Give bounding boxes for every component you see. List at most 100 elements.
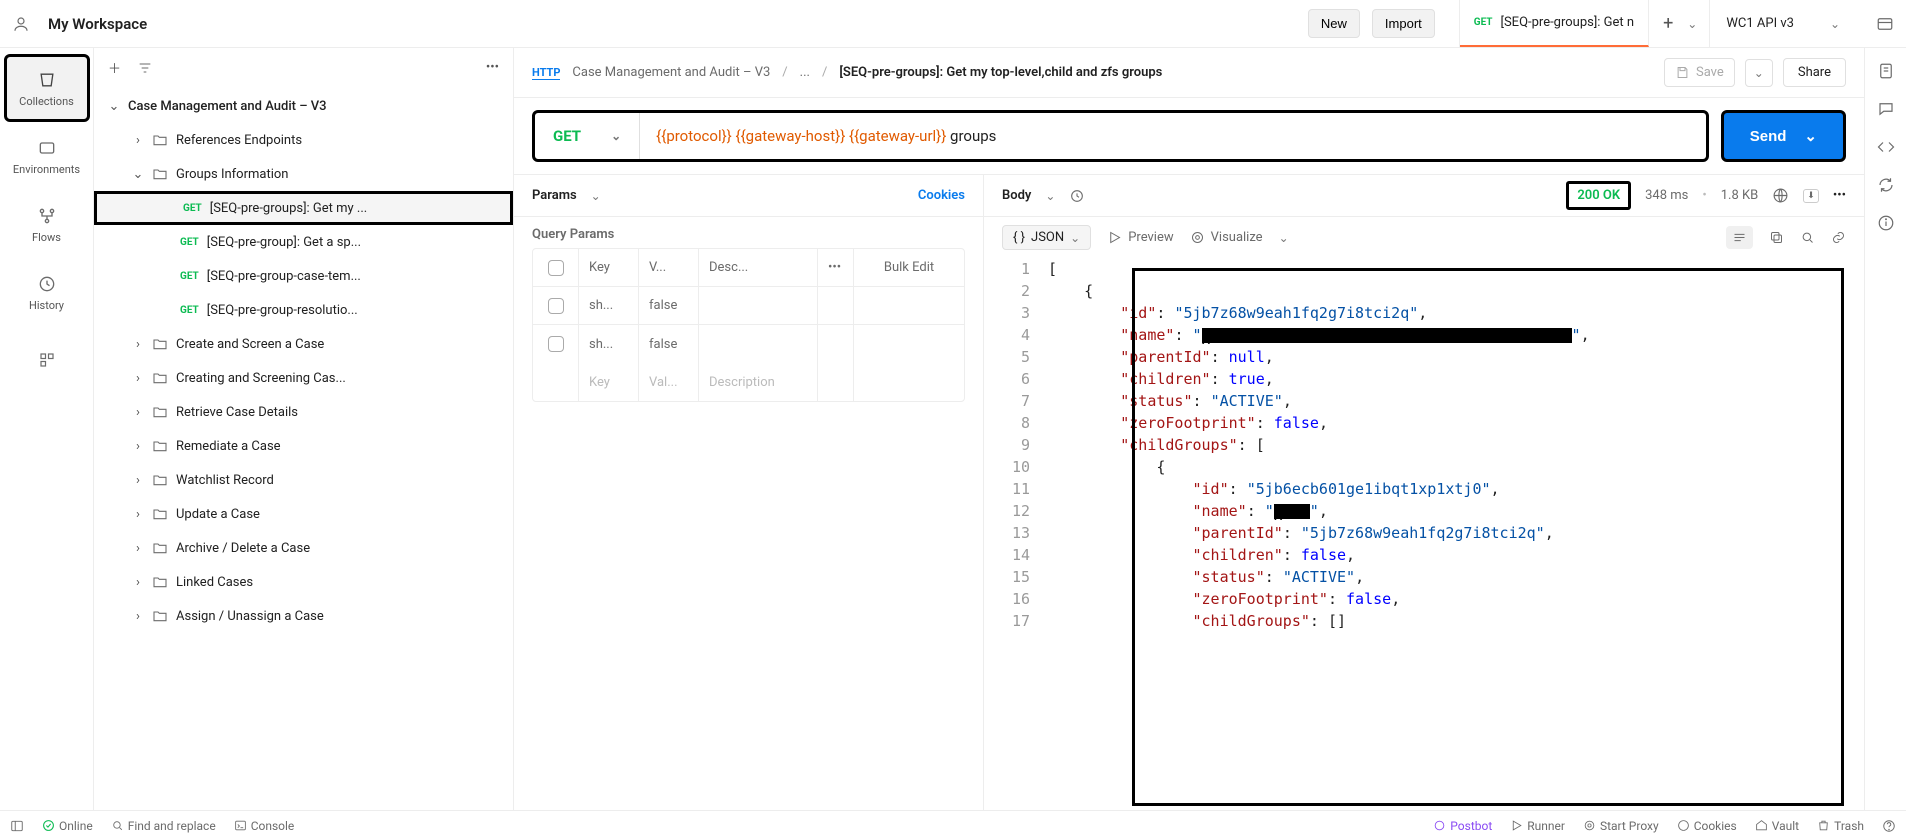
trash[interactable]: Trash: [1817, 819, 1864, 833]
start-proxy[interactable]: Start Proxy: [1583, 819, 1659, 833]
placeholder-key[interactable]: Key: [579, 363, 639, 401]
add-icon[interactable]: ＋: [108, 58, 121, 77]
tab-body[interactable]: Body: [1002, 188, 1031, 203]
new-tab-button[interactable]: +: [1649, 13, 1687, 34]
url-bar[interactable]: GET ⌄ {{protocol}} {{gateway-host}} {{ga…: [532, 110, 1709, 162]
tab-params[interactable]: Params: [532, 188, 577, 203]
folder-item[interactable]: ›References Endpoints: [94, 123, 513, 157]
cell-desc[interactable]: [699, 287, 818, 324]
save-chevron[interactable]: ⌄: [1745, 59, 1773, 87]
col-value: V...: [639, 249, 699, 286]
request-item[interactable]: GET[SEQ-pre-groups]: Get my ...: [94, 191, 513, 225]
comments-icon[interactable]: [1877, 100, 1895, 118]
send-button[interactable]: Send ⌄: [1721, 110, 1846, 162]
more-icon[interactable]: •••: [486, 60, 499, 75]
table-row[interactable]: sh...false: [533, 325, 964, 363]
response-body[interactable]: 1[2 {3 "id": "5jb7z68w9eah1fq2g7i8tci2q"…: [984, 258, 1864, 810]
globe-icon[interactable]: [1772, 187, 1789, 204]
folder-item[interactable]: ›Retrieve Case Details: [94, 395, 513, 429]
cell-value[interactable]: false: [639, 325, 699, 363]
chevron-down-icon[interactable]: ⌄: [1830, 17, 1840, 31]
chevron-down-icon[interactable]: ⌄: [591, 189, 601, 203]
new-button[interactable]: New: [1308, 9, 1360, 38]
cell-desc[interactable]: [699, 325, 818, 363]
docs-icon[interactable]: [1877, 62, 1895, 80]
code-icon[interactable]: [1877, 138, 1895, 156]
tab-title: [SEQ-pre-groups]: Get n: [1501, 15, 1635, 30]
cookies-link[interactable]: Cookies: [918, 188, 965, 203]
rail-collections[interactable]: Collections: [4, 54, 90, 122]
search-icon[interactable]: [1800, 230, 1815, 245]
folder-item[interactable]: ⌄Groups Information: [94, 157, 513, 191]
send-label: Send: [1750, 128, 1787, 145]
folder-item[interactable]: ›Watchlist Record: [94, 463, 513, 497]
format-select[interactable]: { } JSON ⌄: [1002, 225, 1091, 250]
vault[interactable]: Vault: [1755, 819, 1799, 833]
request-item[interactable]: GET[SEQ-pre-group-case-tem...: [94, 259, 513, 293]
workspace-name[interactable]: My Workspace: [48, 15, 147, 33]
save-button[interactable]: Save: [1664, 58, 1735, 87]
copy-icon[interactable]: [1769, 230, 1784, 245]
request-tab[interactable]: GET [SEQ-pre-groups]: Get n: [1460, 0, 1649, 47]
folder-item[interactable]: ›Update a Case: [94, 497, 513, 531]
chevron-down-icon[interactable]: ⌄: [1279, 231, 1289, 245]
history-icon[interactable]: [1069, 188, 1085, 204]
folder-item[interactable]: ›Archive / Delete a Case: [94, 531, 513, 565]
visualize-button[interactable]: Visualize: [1190, 230, 1263, 245]
preview-button[interactable]: Preview: [1107, 230, 1173, 245]
method-select[interactable]: GET ⌄: [535, 113, 640, 159]
cell-value[interactable]: false: [639, 287, 699, 324]
info-icon[interactable]: [1877, 214, 1895, 232]
rail-environments[interactable]: Environments: [4, 122, 90, 190]
collection-root[interactable]: ⌄Case Management and Audit – V3: [94, 89, 513, 123]
rail-label: History: [29, 299, 64, 312]
sidebar-toggle-icon[interactable]: [10, 819, 24, 833]
chevron-down-icon[interactable]: ⌄: [1045, 189, 1055, 203]
rail-history[interactable]: History: [4, 258, 90, 326]
filter-icon[interactable]: [137, 60, 153, 76]
link-icon[interactable]: [1831, 230, 1846, 245]
request-item[interactable]: GET[SEQ-pre-group-resolutio...: [94, 293, 513, 327]
runner[interactable]: Runner: [1510, 819, 1565, 833]
rail-label: Collections: [19, 95, 74, 108]
bulk-edit-link[interactable]: Bulk Edit: [884, 260, 934, 275]
folder-item[interactable]: ›Assign / Unassign a Case: [94, 599, 513, 633]
wrap-icon[interactable]: [1726, 226, 1753, 249]
tab-overflow-chevron[interactable]: ⌄: [1687, 17, 1697, 31]
help-icon[interactable]: [1882, 819, 1896, 833]
folder-item[interactable]: ›Remediate a Case: [94, 429, 513, 463]
refresh-icon[interactable]: [1877, 176, 1895, 194]
environment-selector[interactable]: WC1 API v3: [1726, 16, 1794, 31]
import-button[interactable]: Import: [1372, 9, 1435, 38]
table-new-row[interactable]: Key Val... Description: [533, 363, 964, 401]
row-checkbox[interactable]: [548, 298, 564, 314]
find-replace[interactable]: Find and replace: [111, 819, 216, 833]
postbot[interactable]: Postbot: [1433, 819, 1492, 833]
folder-item[interactable]: ›Creating and Screening Cas...: [94, 361, 513, 395]
table-row[interactable]: sh...false: [533, 287, 964, 325]
method-label: GET: [553, 127, 581, 145]
placeholder-desc[interactable]: Description: [699, 363, 818, 401]
more-icon[interactable]: •••: [1833, 188, 1846, 203]
breadcrumb-mid[interactable]: ...: [800, 65, 810, 80]
footer-cookies[interactable]: Cookies: [1677, 819, 1737, 833]
format-label: JSON: [1031, 230, 1064, 245]
share-button[interactable]: Share: [1783, 58, 1846, 87]
folder-item[interactable]: ›Create and Screen a Case: [94, 327, 513, 361]
cell-key[interactable]: sh...: [579, 287, 639, 324]
row-checkbox[interactable]: [548, 336, 564, 352]
url-input[interactable]: {{protocol}} {{gateway-host}} {{gateway-…: [640, 127, 1012, 145]
cell-key[interactable]: sh...: [579, 325, 639, 363]
breadcrumb-root[interactable]: Case Management and Audit – V3: [572, 65, 770, 80]
rail-more[interactable]: [4, 326, 90, 394]
console-toggle[interactable]: Console: [234, 819, 295, 833]
col-more[interactable]: •••: [818, 249, 854, 286]
save-response-icon[interactable]: ⬇: [1803, 189, 1819, 203]
placeholder-value[interactable]: Val...: [639, 363, 699, 401]
request-item[interactable]: GET[SEQ-pre-group]: Get a sp...: [94, 225, 513, 259]
tab-method-badge: GET: [1474, 17, 1493, 28]
select-all-checkbox[interactable]: [548, 260, 564, 276]
env-quick-look-icon[interactable]: [1876, 15, 1894, 33]
folder-item[interactable]: ›Linked Cases: [94, 565, 513, 599]
rail-flows[interactable]: Flows: [4, 190, 90, 258]
